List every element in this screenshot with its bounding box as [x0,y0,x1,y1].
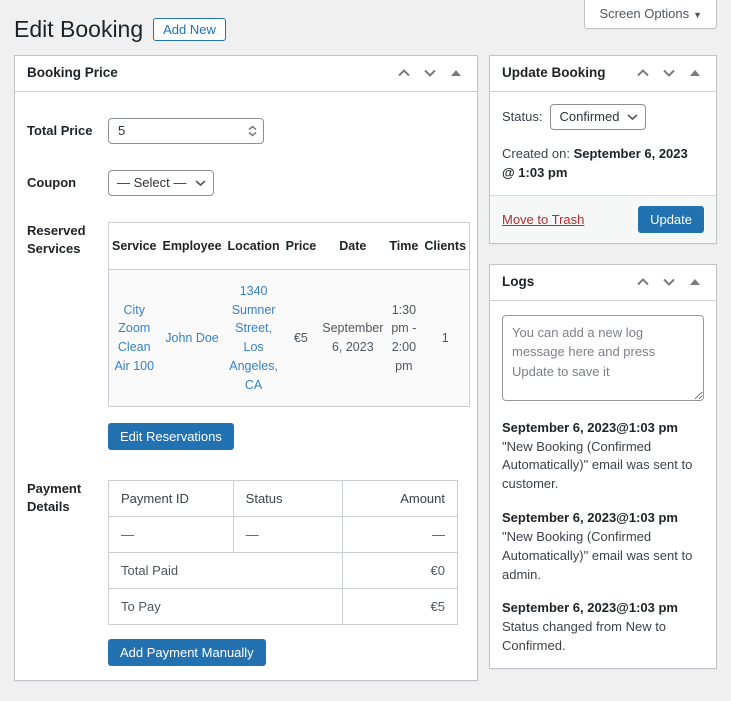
payment-status-value: — [232,516,344,554]
total-paid-label: Total Paid [107,552,344,590]
update-booking-metabox: Update Booking Status: Confirmed Created… [489,54,717,244]
coupon-row: Coupon — Select — [27,169,465,196]
log-entry-message: "New Booking (Confirmed Automatically)" … [502,528,693,582]
services-header-price: Price [282,222,320,270]
service-link[interactable]: City Zoom Clean Air 100 [114,303,154,373]
table-row: To Pay €5 [107,588,458,626]
payment-amount-value: — [342,516,458,554]
total-price-input[interactable] [108,117,264,144]
service-clients: 1 [421,269,470,407]
payment-header-amount: Amount [342,480,458,518]
services-header-date: Date [319,222,387,270]
log-entry-message: "New Booking (Confirmed Automatically)" … [502,438,693,492]
move-down-icon[interactable] [658,273,680,291]
move-down-icon[interactable] [658,64,680,82]
list-item: September 6, 2023@1:03 pm "New Booking (… [502,509,704,584]
services-header-time: Time [386,222,422,270]
payment-details-label: Payment Details [27,481,82,515]
to-pay-value: €5 [342,588,458,626]
log-entry-date: September 6, 2023@1:03 pm [502,510,678,526]
booking-price-metabox: Booking Price Total Price 5 Coupon — Sel… [14,54,478,682]
move-up-icon[interactable] [632,273,654,291]
status-select[interactable]: Confirmed [550,103,647,130]
toggle-panel-icon[interactable] [445,64,467,82]
toggle-panel-icon[interactable] [684,64,706,82]
payment-header-status: Status [232,480,344,518]
logs-metabox: Logs September 6, 2023@1:03 pm "New Book… [489,263,717,669]
log-message-input[interactable] [502,314,704,401]
update-booking-title: Update Booking [502,64,606,80]
booking-price-header: Booking Price [15,56,477,92]
service-price: €5 [282,269,320,407]
services-header-employee: Employee [159,222,225,270]
payment-details-table: Payment ID Status Amount — — — Total Pai… [107,480,458,626]
edit-reservations-button[interactable]: Edit Reservations [108,423,234,451]
services-header-service: Service [108,222,160,270]
table-row: Total Paid €0 [107,552,458,590]
move-down-icon[interactable] [419,64,441,82]
log-entry-date: September 6, 2023@1:03 pm [502,419,678,435]
log-entry-date: September 6, 2023@1:03 pm [502,600,678,616]
table-row: City Zoom Clean Air 100 John Doe 1340 Su… [108,269,470,407]
payment-id-value: — [108,516,234,554]
services-header-clients: Clients [421,222,470,270]
location-link[interactable]: 1340 Sumner Street, Los Angeles, CA [229,284,278,392]
service-time: 1:30 pm - 2:00 pm [386,269,422,407]
edit-booking-page: Edit Booking Add New Booking Price Total… [0,0,731,701]
services-header-location: Location [224,222,283,270]
move-up-icon[interactable] [393,64,415,82]
move-up-icon[interactable] [632,64,654,82]
move-to-trash-link[interactable]: Move to Trash [502,212,584,227]
reserved-services-table: Service Employee Location Price Date Tim… [108,221,471,408]
reserved-services-label: Reserved Services [27,222,86,256]
payment-details-row: Payment Details Payment ID Status Amount [27,480,465,626]
employee-link[interactable]: John Doe [165,331,219,345]
coupon-select[interactable]: — Select — [108,169,214,196]
total-price-row: Total Price [27,117,465,144]
logs-header: Logs [490,265,716,301]
total-paid-value: €0 [342,552,458,590]
number-stepper-icon[interactable] [248,125,257,137]
service-date: September 6, 2023 [319,269,387,407]
to-pay-label: To Pay [107,588,344,626]
created-on: Created on: September 6, 2023 @ 1:03 pm [502,144,704,183]
list-item: September 6, 2023@1:03 pm Status changed… [502,599,704,656]
update-booking-header: Update Booking [490,56,716,92]
add-new-button[interactable]: Add New [153,18,226,42]
total-price-label: Total Price [27,122,93,138]
log-entry-message: Status changed from New to Confirmed. [502,619,667,654]
booking-price-title: Booking Price [27,64,118,80]
update-booking-footer: Move to Trash Update [490,194,716,243]
status-row: Status: Confirmed [502,103,704,130]
caret-down-icon: ▼ [693,10,702,20]
table-row: — — — [108,516,458,554]
logs-title: Logs [502,273,535,289]
list-item: September 6, 2023@1:03 pm "New Booking (… [502,419,704,494]
created-on-prefix: Created on: [502,145,570,161]
status-label: Status: [502,109,543,125]
page-title: Edit Booking [14,16,144,42]
screen-options-tab[interactable]: Screen Options ▼ [584,0,717,29]
coupon-label: Coupon [27,174,77,190]
update-button[interactable]: Update [638,205,704,233]
toggle-panel-icon[interactable] [684,273,706,291]
add-payment-manually-button[interactable]: Add Payment Manually [108,639,266,667]
screen-options-label: Screen Options [599,6,690,21]
reserved-services-row: Reserved Services Service Employee Locat… [27,221,471,408]
payment-header-id: Payment ID [108,480,234,518]
